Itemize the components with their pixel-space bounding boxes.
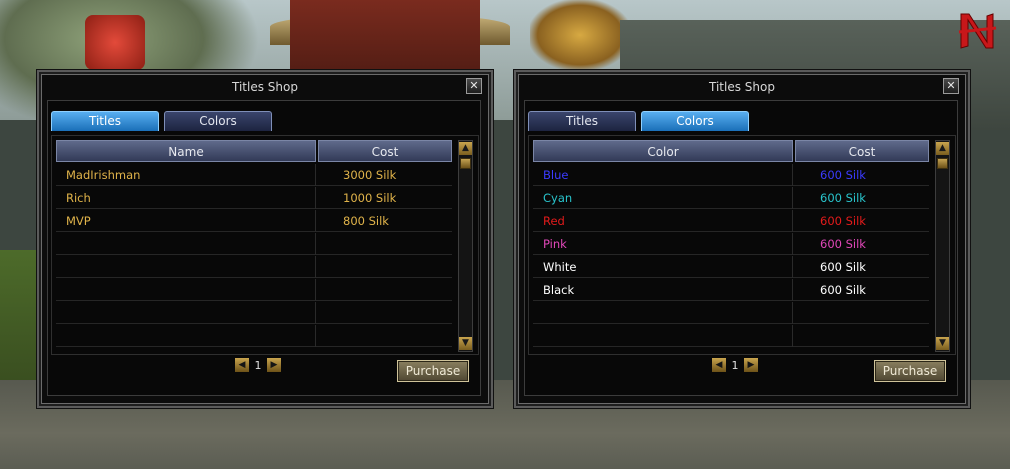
table-row[interactable]: Rich 1000 Silk [56, 187, 452, 209]
page-number: 1 [254, 358, 262, 372]
prev-page-icon[interactable]: ◀ [712, 358, 726, 372]
red-banner [85, 15, 145, 70]
row-name: White [533, 256, 793, 278]
row-cost: 800 Silk [343, 214, 389, 228]
row-name: Rich [56, 187, 316, 209]
column-header-cost[interactable]: Cost [318, 140, 452, 162]
scrollbar[interactable]: ▲ ▼ [935, 140, 950, 352]
window-title: Titles Shop [232, 80, 298, 94]
table-row[interactable] [56, 233, 452, 255]
tab-colors[interactable]: Colors [641, 111, 749, 131]
row-name [56, 302, 316, 324]
table-row[interactable]: Black 600 Silk [533, 279, 929, 301]
row-cost [316, 279, 452, 301]
tab-colors[interactable]: Colors [164, 111, 272, 131]
table-row[interactable] [56, 279, 452, 301]
close-icon[interactable]: ✕ [943, 78, 959, 94]
scroll-thumb[interactable] [937, 158, 948, 169]
row-cost [316, 256, 452, 278]
table-row[interactable]: MadIrishman 3000 Silk [56, 164, 452, 186]
next-page-icon[interactable]: ▶ [267, 358, 281, 372]
next-page-icon[interactable]: ▶ [744, 358, 758, 372]
row-cost: 600 Silk [820, 214, 866, 228]
row-name [533, 325, 793, 347]
row-name [56, 325, 316, 347]
row-cost: 600 Silk [820, 168, 866, 182]
row-name [533, 302, 793, 324]
row-name: MadIrishman [56, 164, 316, 186]
table-row[interactable]: MVP 800 Silk [56, 210, 452, 232]
table-row[interactable]: White 600 Silk [533, 256, 929, 278]
grass [0, 250, 40, 380]
scroll-down-icon[interactable]: ▼ [459, 337, 472, 350]
page-number: 1 [731, 358, 739, 372]
row-name: Cyan [533, 187, 793, 209]
titles-shop-window-titles: Titles Shop ✕ Titles Colors Name Cost Ma… [37, 70, 493, 408]
prev-page-icon[interactable]: ◀ [235, 358, 249, 372]
dragon-statue [530, 0, 630, 70]
scroll-up-icon[interactable]: ▲ [936, 142, 949, 155]
pagination: ◀ 1 ▶ [712, 358, 758, 372]
row-cost [793, 325, 929, 347]
window-title: Titles Shop [709, 80, 775, 94]
scroll-thumb[interactable] [460, 158, 471, 169]
scrollbar[interactable]: ▲ ▼ [458, 140, 473, 352]
row-name: Blue [533, 164, 793, 186]
table-row[interactable]: Blue 600 Silk [533, 164, 929, 186]
titles-shop-window-colors: Titles Shop ✕ Titles Colors Color Cost B… [514, 70, 970, 408]
window-body: Titles Colors Color Cost Blue 600 Silk C… [524, 100, 958, 396]
scroll-down-icon[interactable]: ▼ [936, 337, 949, 350]
row-cost: 600 Silk [820, 237, 866, 251]
scroll-up-icon[interactable]: ▲ [459, 142, 472, 155]
title-list: MadIrishman 3000 Silk Rich 1000 Silk MVP… [56, 164, 452, 347]
tab-titles[interactable]: Titles [528, 111, 636, 131]
row-cost: 1000 Silk [343, 191, 397, 205]
purchase-button[interactable]: Purchase [874, 360, 946, 382]
row-cost: 3000 Silk [343, 168, 397, 182]
row-cost [316, 233, 452, 255]
row-cost [793, 302, 929, 324]
game-logo-icon [955, 8, 1000, 53]
table-row[interactable]: Pink 600 Silk [533, 233, 929, 255]
row-name [56, 233, 316, 255]
color-list: Blue 600 Silk Cyan 600 Silk Red 600 Silk… [533, 164, 929, 347]
row-cost [316, 302, 452, 324]
table-header: Name Cost [56, 140, 452, 162]
row-cost: 600 Silk [820, 191, 866, 205]
table-row[interactable] [56, 256, 452, 278]
purchase-button[interactable]: Purchase [397, 360, 469, 382]
column-header-name[interactable]: Name [56, 140, 316, 162]
tab-titles[interactable]: Titles [51, 111, 159, 131]
row-name: Black [533, 279, 793, 301]
table-row[interactable]: Red 600 Silk [533, 210, 929, 232]
row-name: Red [533, 210, 793, 232]
pagination: ◀ 1 ▶ [235, 358, 281, 372]
table-header: Color Cost [533, 140, 929, 162]
window-body: Titles Colors Name Cost MadIrishman 3000… [47, 100, 481, 396]
row-name: Pink [533, 233, 793, 255]
row-name [56, 256, 316, 278]
table-row[interactable]: Cyan 600 Silk [533, 187, 929, 209]
table-row[interactable] [533, 302, 929, 324]
row-cost: 600 Silk [820, 260, 866, 274]
row-cost: 600 Silk [820, 283, 866, 297]
close-icon[interactable]: ✕ [466, 78, 482, 94]
table-row[interactable] [533, 325, 929, 347]
table-row[interactable] [56, 302, 452, 324]
row-name [56, 279, 316, 301]
row-cost [316, 325, 452, 347]
column-header-color[interactable]: Color [533, 140, 793, 162]
table-row[interactable] [56, 325, 452, 347]
column-header-cost[interactable]: Cost [795, 140, 929, 162]
row-name: MVP [56, 210, 316, 232]
